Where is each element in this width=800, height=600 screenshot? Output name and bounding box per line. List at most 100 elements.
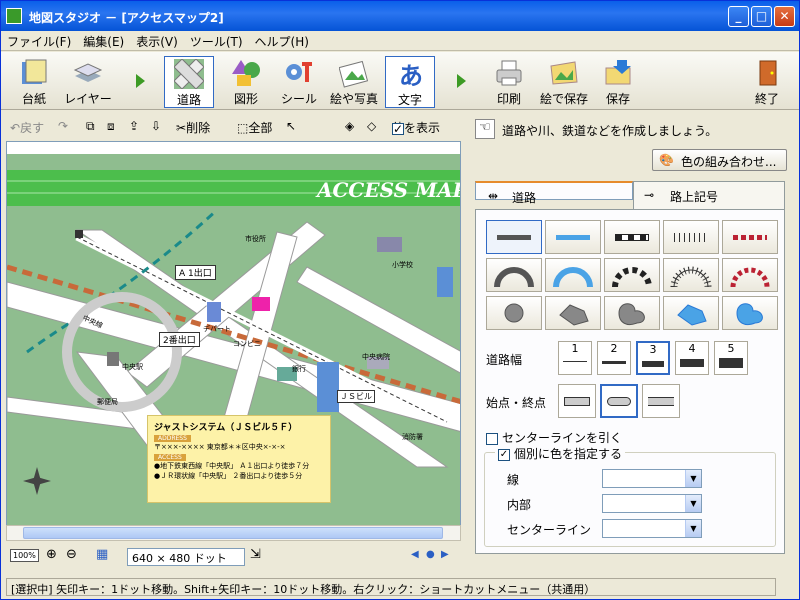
grid-icon[interactable]: ▦ [96, 547, 108, 562]
width-4-label: 4 [688, 342, 696, 355]
mount-board-button[interactable]: 台紙 [9, 56, 59, 108]
next-icon[interactable]: ▶ [441, 549, 449, 560]
zoom-in-icon[interactable]: ⊕ [46, 547, 57, 562]
redo-icon[interactable]: ↷ [58, 119, 68, 133]
minimize-button[interactable]: _ [728, 6, 749, 27]
group-icon[interactable]: ⧉ [86, 119, 95, 134]
shape-button[interactable]: 図形 [221, 56, 271, 108]
map-label-bank[interactable]: 銀行 [292, 364, 306, 374]
building [377, 237, 402, 252]
map-label-post[interactable]: 郵便局 [97, 397, 118, 407]
maximize-button[interactable]: □ [751, 6, 772, 27]
curve-style-track[interactable] [663, 258, 719, 292]
tab-road-sign-label: 路上記号 [670, 190, 719, 204]
title-bar: 地図スタジオ － [アクセスマップ2] _ □ ✕ [1, 1, 799, 31]
picture-button[interactable]: 絵や写真 [329, 56, 379, 108]
menu-edit[interactable]: 編集(E) [77, 31, 130, 52]
undo-button[interactable]: ↶戻す [10, 119, 44, 136]
save-button[interactable]: 保存 [593, 56, 643, 108]
layer-view-icon[interactable]: ◈ [345, 119, 354, 133]
map-label-station[interactable]: 中央駅 [122, 362, 143, 372]
width-button-5[interactable]: 5 [714, 341, 748, 375]
endpoint-round[interactable] [600, 384, 638, 418]
layer-active-icon[interactable]: ◇ [367, 119, 376, 133]
save-label: 保存 [605, 92, 630, 106]
road-style-dotted-red[interactable] [722, 220, 778, 254]
width-button-1[interactable]: 1 [558, 341, 592, 375]
select-all-button[interactable]: ⬚全部 [237, 119, 272, 136]
text-button[interactable]: あ 文字 [385, 56, 435, 108]
scrollbar-thumb[interactable] [23, 527, 443, 539]
road-panel: ☜ 道路や川、鉄道などを作成しましょう。 🎨 色の組み合わせ... ⇹ 道路 ⊸… [467, 114, 796, 576]
menu-file[interactable]: ファイル(F) [1, 31, 77, 52]
curve-style-blue[interactable] [545, 258, 601, 292]
individual-color-check[interactable]: ✓ [498, 448, 510, 461]
road-style-track[interactable] [663, 220, 719, 254]
map-label-dept[interactable]: デパート [203, 324, 231, 334]
centerline-checkbox[interactable]: センターラインを引く [486, 429, 622, 446]
road-button[interactable]: 道路 [164, 56, 214, 108]
endpoint-square[interactable] [558, 384, 596, 418]
layer-button[interactable]: レイヤー [63, 56, 113, 108]
menu-tools[interactable]: ツール(T) [184, 31, 249, 52]
centerline-label: センターラインを引く [502, 431, 623, 445]
resize-icon[interactable]: ⇲ [250, 547, 261, 562]
horizontal-scrollbar[interactable] [6, 525, 461, 541]
menu-view[interactable]: 表示(V) [130, 31, 184, 52]
centerline-check[interactable] [486, 432, 498, 445]
curve-style-rail[interactable] [604, 258, 660, 292]
shape-style-circle[interactable] [486, 296, 542, 330]
info-address-tag: ADDRESS [154, 435, 191, 442]
map-label-convenience[interactable]: コンビニ [233, 339, 261, 349]
inner-color-select[interactable]: ▼ [602, 494, 702, 513]
road-style-rail[interactable] [604, 220, 660, 254]
zoom-100-button[interactable]: 100% [10, 549, 39, 562]
curve-style-dotted-red[interactable] [722, 258, 778, 292]
map-canvas[interactable]: ACCESS MAP A 1出口 2番出口 ＪＳビル デパート コンビニ 銀行 … [6, 141, 461, 541]
curve-style-gray[interactable] [486, 258, 542, 292]
shape-style-water-blob[interactable] [722, 296, 778, 330]
color-combo-button[interactable]: 🎨 色の組み合わせ... [652, 149, 787, 171]
endpoint-flat[interactable] [642, 384, 680, 418]
print-button[interactable]: 印刷 [484, 56, 534, 108]
shape-style-polygon[interactable] [545, 296, 601, 330]
info-access-tag: ACCESS [154, 454, 186, 461]
menu-help[interactable]: ヘルプ(H) [249, 31, 315, 52]
shape-style-water-polygon[interactable] [663, 296, 719, 330]
bring-front-icon[interactable]: ⇪ [129, 119, 139, 133]
close-button[interactable]: ✕ [774, 6, 795, 27]
map-label-fire[interactable]: 消防署 [402, 432, 423, 442]
individual-color-checkbox[interactable]: ✓ 個別に色を指定する [495, 445, 626, 462]
pointer-icon[interactable]: ↖ [286, 119, 296, 133]
sticker-button[interactable]: シール [274, 56, 324, 108]
shape-style-blob[interactable] [604, 296, 660, 330]
info-box[interactable]: ジャストシステム（ＪＳビル５Ｆ） ADDRESS 〒×××-×××× 東京都＊＊… [147, 415, 331, 503]
map-label-school[interactable]: 小学校 [392, 260, 413, 270]
tab-road-sign[interactable]: ⊸ 路上記号 [633, 181, 785, 209]
delete-button[interactable]: ✂削除 [176, 119, 210, 136]
ungroup-icon[interactable]: ⧈ [107, 119, 115, 134]
map-label-exit-a1[interactable]: A 1出口 [175, 265, 216, 280]
line-color-select[interactable]: ▼ [602, 469, 702, 488]
map-label-cityhall[interactable]: 市役所 [245, 234, 266, 244]
centerline-color-select[interactable]: ▼ [602, 519, 702, 538]
show-others-checkbox[interactable]: ✓ 他を表示 [392, 119, 440, 136]
width-button-2[interactable]: 2 [597, 341, 631, 375]
tab-road-label: 道路 [512, 191, 537, 205]
road-style-blue[interactable] [545, 220, 601, 254]
send-back-icon[interactable]: ⇩ [151, 119, 161, 133]
zoom-out-icon[interactable]: ⊖ [66, 547, 77, 562]
chevron-down-icon: ▼ [685, 495, 701, 512]
building [107, 352, 119, 366]
save-image-button[interactable]: 絵で保存 [539, 56, 589, 108]
road-style-gray[interactable] [486, 220, 542, 254]
map-label-exit-2[interactable]: 2番出口 [159, 332, 200, 347]
width-button-4[interactable]: 4 [675, 341, 709, 375]
exit-button[interactable]: 終了 [742, 56, 792, 108]
map-label-hospital[interactable]: 中央病院 [362, 352, 390, 362]
tab-road[interactable]: ⇹ 道路 [475, 181, 633, 205]
map-label-js-bldg[interactable]: ＪＳビル [337, 390, 375, 403]
center-icon[interactable]: ● [426, 549, 435, 560]
prev-icon[interactable]: ◀ [411, 549, 419, 560]
width-button-3[interactable]: 3 [636, 341, 670, 375]
